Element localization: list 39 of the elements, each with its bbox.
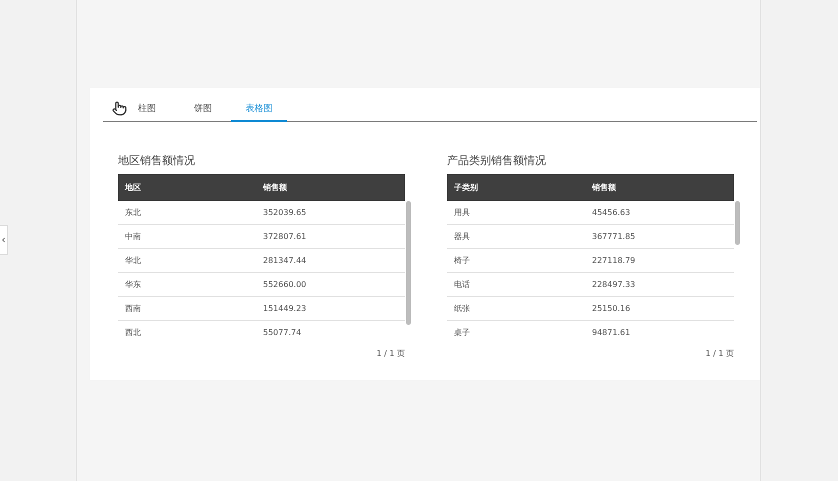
pagination-text: 1 / 1 页 [375, 348, 405, 359]
table-cell-text: 桌子 [453, 327, 471, 338]
column-header: 子类别 [453, 182, 479, 193]
table-cell-text: 中南 [124, 231, 142, 242]
pagination-text: 1 / 1 页 [704, 348, 734, 359]
table-title: 产品类别销售额情况 [447, 153, 547, 168]
table-cell-text: 25150.16 [591, 304, 632, 313]
table-cell-text: 西北 [124, 327, 142, 338]
scrollbar-thumb[interactable] [735, 201, 740, 245]
table-cell-text: 45456.63 [591, 208, 632, 217]
tab[interactable]: 表格图 [231, 102, 287, 122]
table-cell-text: 228497.33 [591, 280, 636, 289]
table-cell-text: 352039.65 [262, 208, 308, 217]
column-header: 销售额 [590, 182, 617, 193]
table-cell-text: 55077.74 [262, 328, 302, 337]
table-cell-text: 281347.44 [262, 256, 308, 265]
table-cell-text: 椅子 [453, 255, 471, 266]
table-cell-text: 227118.79 [591, 256, 636, 265]
table-cell-text: 用具 [453, 207, 471, 218]
table-cell-text: 151449.23 [262, 304, 308, 313]
collapse-button[interactable] [0, 224, 8, 254]
table-cell-text: 纸张 [453, 303, 471, 314]
table-cell-text: 552660.00 [262, 280, 308, 289]
table-cell-text: 西南 [124, 303, 142, 314]
hand-cursor-icon [112, 101, 127, 116]
table-cell-text: 电话 [453, 279, 471, 290]
tab[interactable]: 饼图 [175, 102, 231, 122]
table-cell-text: 华东 [124, 279, 142, 290]
scrollbar-thumb[interactable] [406, 201, 411, 325]
table-cell-text: 94871.61 [591, 328, 632, 337]
table-cell-text: 华北 [124, 255, 142, 266]
column-header: 地区 [124, 182, 142, 193]
table-cell-text: 367771.85 [591, 232, 636, 241]
table-cell-text: 372807.61 [262, 232, 308, 241]
table-cell-text: 器具 [453, 231, 471, 242]
table-title: 地区销售额情况 [118, 153, 196, 168]
chevron-left-icon [0, 236, 7, 244]
column-header: 销售额 [262, 182, 288, 193]
table-cell-text: 东北 [124, 207, 142, 218]
